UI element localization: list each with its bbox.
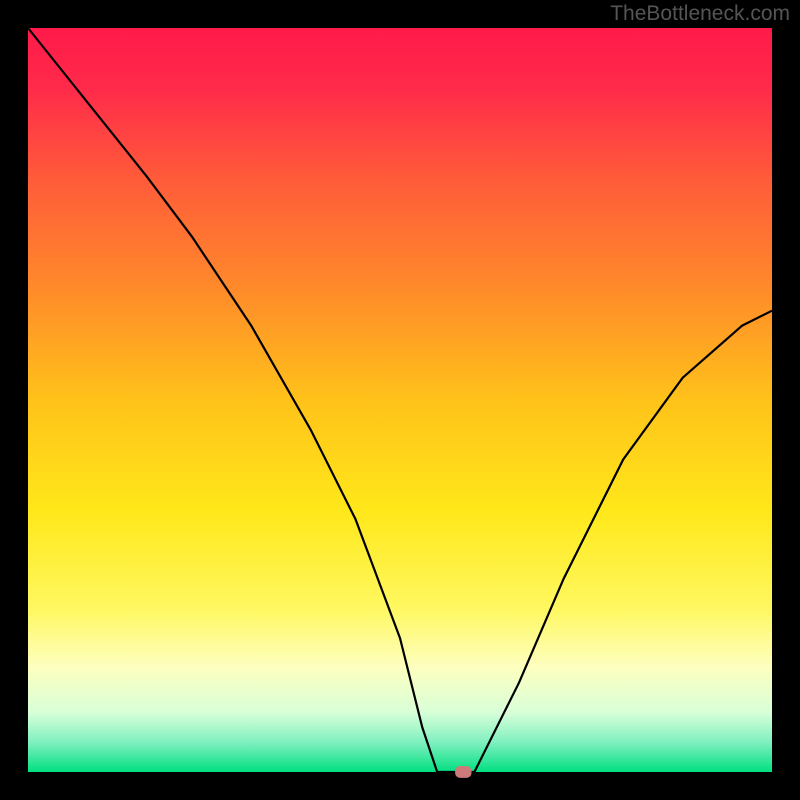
watermark-text: TheBottleneck.com: [610, 2, 790, 26]
bottleneck-chart: TheBottleneck.com: [0, 0, 800, 800]
plot-area: [28, 28, 772, 772]
optimal-point-marker: [455, 766, 471, 778]
chart-canvas: [0, 0, 800, 800]
